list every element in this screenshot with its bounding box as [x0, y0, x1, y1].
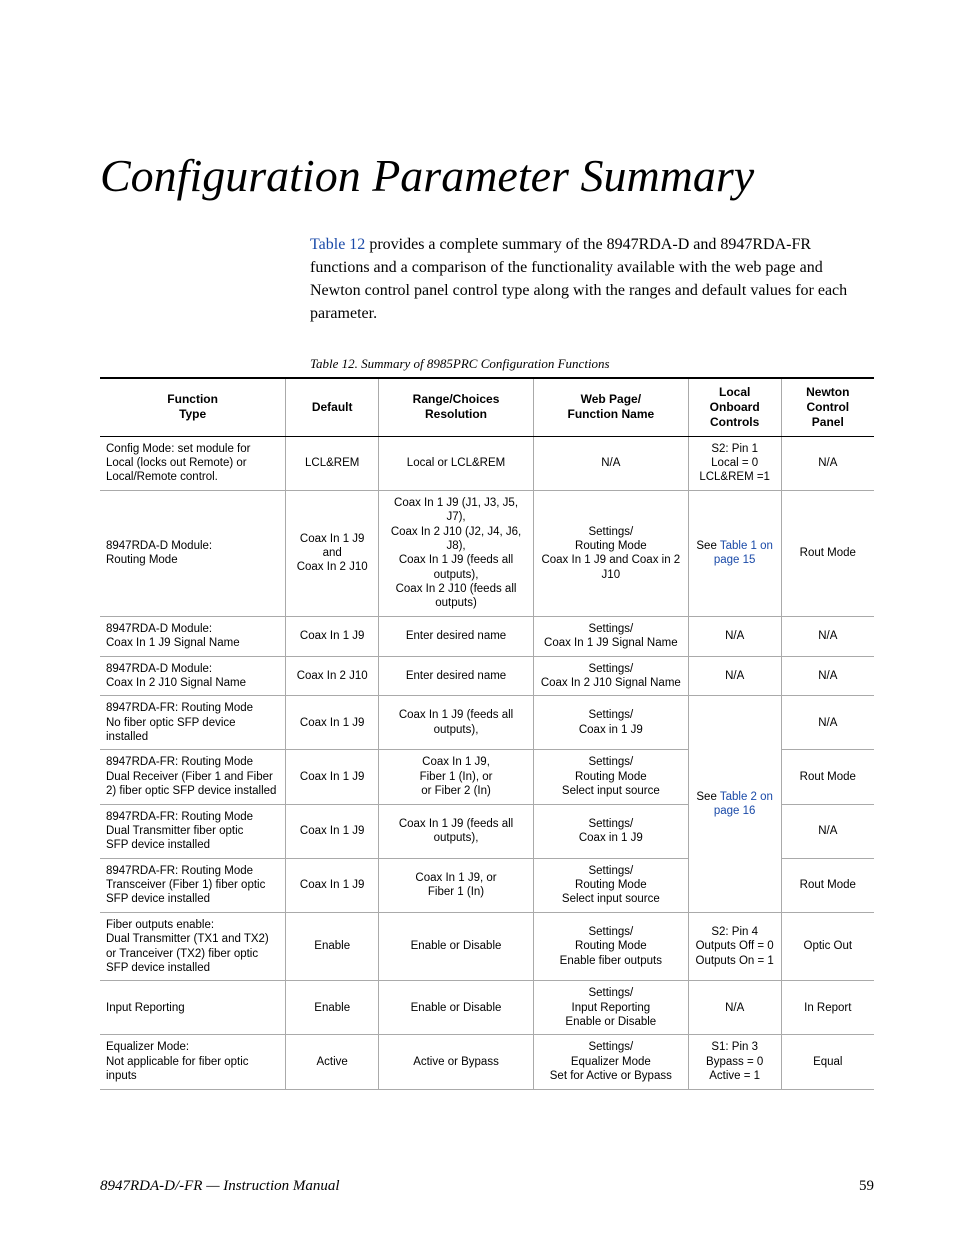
intro-link[interactable]: Table 12: [310, 236, 365, 253]
cell-default: Coax In 1 J9: [286, 616, 379, 656]
cell-range: Coax In 1 J9 (feeds all outputs),: [379, 804, 534, 858]
cell-range: Enter desired name: [379, 656, 534, 696]
table-row: Equalizer Mode:Not applicable for fiber …: [100, 1035, 874, 1089]
intro-paragraph: Table 12 provides a complete summary of …: [310, 233, 874, 326]
cell-function: 8947RDA-FR: Routing ModeNo fiber optic S…: [100, 696, 286, 750]
cell-local: N/A: [688, 981, 781, 1035]
cell-function: 8947RDA-FR: Routing ModeTransceiver (Fib…: [100, 858, 286, 912]
cell-default: LCL&REM: [286, 436, 379, 490]
cell-default: Enable: [286, 981, 379, 1035]
cell-function: 8947RDA-FR: Routing ModeDual Receiver (F…: [100, 750, 286, 804]
cell-function: 8947RDA-D Module:Coax In 1 J9 Signal Nam…: [100, 616, 286, 656]
cell-function: Equalizer Mode:Not applicable for fiber …: [100, 1035, 286, 1089]
table-row: 8947RDA-FR: Routing ModeNo fiber optic S…: [100, 696, 874, 750]
cell-local: S2: Pin 1Local = 0LCL&REM =1: [688, 436, 781, 490]
cell-newton: N/A: [781, 696, 874, 750]
table-link[interactable]: Table 2 onpage 16: [714, 791, 773, 817]
cell-range: Enable or Disable: [379, 981, 534, 1035]
cell-web: Settings/Routing ModeSelect input source: [533, 750, 688, 804]
cell-default: Coax In 1 J9: [286, 696, 379, 750]
cell-newton: In Report: [781, 981, 874, 1035]
column-header: FunctionType: [100, 378, 286, 437]
column-header: NewtonControlPanel: [781, 378, 874, 437]
cell-range: Coax In 1 J9, orFiber 1 (In): [379, 858, 534, 912]
cell-newton: Rout Mode: [781, 858, 874, 912]
cell-range: Coax In 1 J9,Fiber 1 (In), oror Fiber 2 …: [379, 750, 534, 804]
cell-newton: Rout Mode: [781, 490, 874, 616]
cell-web: Settings/Equalizer ModeSet for Active or…: [533, 1035, 688, 1089]
cell-web: Settings/Input ReportingEnable or Disabl…: [533, 981, 688, 1035]
cell-default: Enable: [286, 912, 379, 981]
cell-range: Local or LCL&REM: [379, 436, 534, 490]
table-caption: Table 12. Summary of 8985PRC Configurati…: [310, 356, 874, 372]
cell-range: Enter desired name: [379, 616, 534, 656]
table-row: 8947RDA-D Module:Coax In 2 J10 Signal Na…: [100, 656, 874, 696]
table-row: Config Mode: set module for Local (locks…: [100, 436, 874, 490]
column-header: LocalOnboardControls: [688, 378, 781, 437]
cell-function: 8947RDA-D Module:Routing Mode: [100, 490, 286, 616]
cell-newton: Optic Out: [781, 912, 874, 981]
cell-web: Settings/Routing ModeCoax In 1 J9 and Co…: [533, 490, 688, 616]
cell-range: Coax In 1 J9 (feeds all outputs),: [379, 696, 534, 750]
cell-function: 8947RDA-FR: Routing ModeDual Transmitter…: [100, 804, 286, 858]
cell-local: See Table 2 onpage 16: [688, 696, 781, 913]
cell-default: Coax In 2 J10: [286, 656, 379, 696]
table-link[interactable]: Table 1 onpage 15: [714, 540, 773, 566]
cell-default: Active: [286, 1035, 379, 1089]
cell-newton: N/A: [781, 436, 874, 490]
cell-web: Settings/Coax in 1 J9: [533, 696, 688, 750]
cell-web: N/A: [533, 436, 688, 490]
cell-function: 8947RDA-D Module:Coax In 2 J10 Signal Na…: [100, 656, 286, 696]
cell-range: Active or Bypass: [379, 1035, 534, 1089]
table-row: 8947RDA-D Module:Coax In 1 J9 Signal Nam…: [100, 616, 874, 656]
table-row: Fiber outputs enable:Dual Transmitter (T…: [100, 912, 874, 981]
config-table: FunctionTypeDefaultRange/ChoicesResoluti…: [100, 377, 874, 1090]
column-header: Default: [286, 378, 379, 437]
cell-default: Coax In 1 J9andCoax In 2 J10: [286, 490, 379, 616]
footer-page-number: 59: [859, 1178, 874, 1195]
cell-newton: Equal: [781, 1035, 874, 1089]
cell-web: Settings/Routing ModeSelect input source: [533, 858, 688, 912]
column-header: Range/ChoicesResolution: [379, 378, 534, 437]
page-title: Configuration Parameter Summary: [100, 150, 874, 203]
cell-web: Settings/Coax In 1 J9 Signal Name: [533, 616, 688, 656]
footer-doc-title: 8947RDA-D/-FR — Instruction Manual: [100, 1178, 340, 1195]
cell-web: Settings/Coax In 2 J10 Signal Name: [533, 656, 688, 696]
cell-local: S1: Pin 3Bypass = 0Active = 1: [688, 1035, 781, 1089]
cell-local: N/A: [688, 656, 781, 696]
cell-function: Input Reporting: [100, 981, 286, 1035]
cell-newton: Rout Mode: [781, 750, 874, 804]
cell-web: Settings/Routing ModeEnable fiber output…: [533, 912, 688, 981]
table-row: Input ReportingEnableEnable or DisableSe…: [100, 981, 874, 1035]
cell-newton: N/A: [781, 656, 874, 696]
cell-default: Coax In 1 J9: [286, 750, 379, 804]
cell-function: Fiber outputs enable:Dual Transmitter (T…: [100, 912, 286, 981]
intro-text: provides a complete summary of the 8947R…: [310, 236, 847, 323]
cell-default: Coax In 1 J9: [286, 858, 379, 912]
table-row: 8947RDA-D Module:Routing ModeCoax In 1 J…: [100, 490, 874, 616]
cell-local: N/A: [688, 616, 781, 656]
cell-default: Coax In 1 J9: [286, 804, 379, 858]
cell-function: Config Mode: set module for Local (locks…: [100, 436, 286, 490]
column-header: Web Page/Function Name: [533, 378, 688, 437]
cell-local: S2: Pin 4Outputs Off = 0Outputs On = 1: [688, 912, 781, 981]
cell-newton: N/A: [781, 616, 874, 656]
cell-range: Enable or Disable: [379, 912, 534, 981]
cell-newton: N/A: [781, 804, 874, 858]
cell-range: Coax In 1 J9 (J1, J3, J5, J7),Coax In 2 …: [379, 490, 534, 616]
cell-local: See Table 1 onpage 15: [688, 490, 781, 616]
cell-web: Settings/Coax in 1 J9: [533, 804, 688, 858]
